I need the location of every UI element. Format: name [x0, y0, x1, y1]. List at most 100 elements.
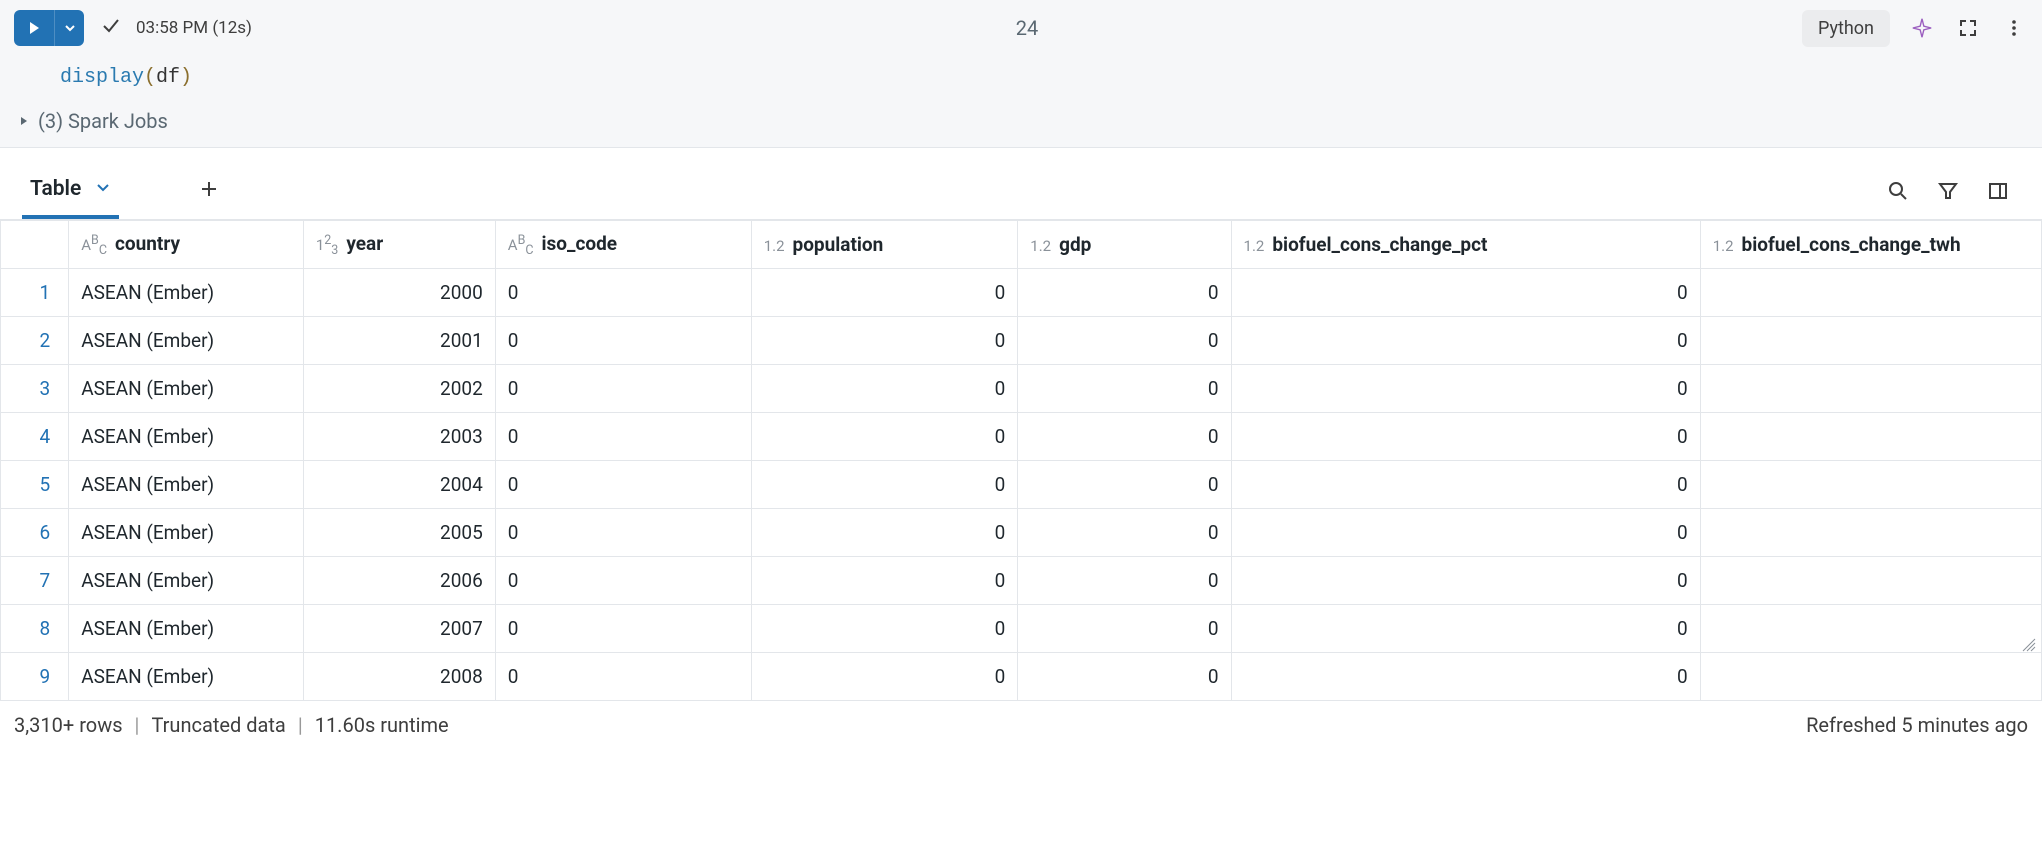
table-row[interactable]: 1ASEAN (Ember)20000000 — [1, 269, 2042, 317]
code-variable: df — [156, 66, 180, 89]
type-float-icon: 1.2 — [1713, 237, 1734, 255]
cell-biofuel-pct: 0 — [1231, 461, 1700, 509]
filter-icon — [1937, 180, 1959, 202]
kebab-icon — [2004, 18, 2024, 38]
type-integer-icon: 123 — [316, 236, 339, 254]
resize-handle[interactable] — [2022, 638, 2036, 656]
data-table: ABCcountry 123year ABCiso_code 1.2popula… — [0, 220, 2042, 701]
cell-population: 0 — [751, 365, 1018, 413]
run-button[interactable] — [14, 10, 54, 46]
cell-iso-code: 0 — [495, 605, 751, 653]
cell-iso-code: 0 — [495, 317, 751, 365]
cell-country: ASEAN (Ember) — [69, 269, 304, 317]
cell-year: 2002 — [303, 365, 495, 413]
cell-biofuel-twh — [1700, 317, 2041, 365]
cell-population: 0 — [751, 413, 1018, 461]
cell-country: ASEAN (Ember) — [69, 413, 304, 461]
cell-iso-code: 0 — [495, 269, 751, 317]
table-row[interactable]: 2ASEAN (Ember)20010000 — [1, 317, 2042, 365]
cell-year: 2000 — [303, 269, 495, 317]
cell-biofuel-pct: 0 — [1231, 365, 1700, 413]
cell-iso-code: 0 — [495, 557, 751, 605]
cell-country: ASEAN (Ember) — [69, 653, 304, 701]
code-function: display — [60, 66, 144, 89]
search-button[interactable] — [1884, 177, 1912, 205]
more-options-button[interactable] — [2000, 14, 2028, 42]
type-float-icon: 1.2 — [1244, 237, 1265, 255]
output-tabs-bar: Table — [0, 148, 2042, 220]
cell-biofuel-twh — [1700, 509, 2041, 557]
status-runtime: 11.60s runtime — [315, 713, 449, 737]
table-row[interactable]: 3ASEAN (Ember)20020000 — [1, 365, 2042, 413]
type-string-icon: ABC — [508, 236, 534, 254]
type-float-icon: 1.2 — [764, 237, 785, 255]
code-editor[interactable]: display(df) — [0, 56, 2042, 99]
code-paren-open: ( — [144, 66, 156, 89]
cell-gdp: 0 — [1018, 605, 1231, 653]
cell-gdp: 0 — [1018, 317, 1231, 365]
cell-gdp: 0 — [1018, 413, 1231, 461]
table-row[interactable]: 4ASEAN (Ember)20030000 — [1, 413, 2042, 461]
panel-toggle-button[interactable] — [1984, 177, 2012, 205]
run-button-group — [14, 10, 84, 46]
cell-country: ASEAN (Ember) — [69, 605, 304, 653]
table-row[interactable]: 6ASEAN (Ember)20050000 — [1, 509, 2042, 557]
cell-gdp: 0 — [1018, 269, 1231, 317]
cell-year: 2004 — [303, 461, 495, 509]
language-badge[interactable]: Python — [1802, 10, 1890, 47]
status-truncated: Truncated data — [151, 713, 285, 737]
execution-timestamp: 03:58 PM (12s) — [136, 18, 252, 38]
type-float-icon: 1.2 — [1030, 237, 1051, 255]
col-header-biofuel-pct[interactable]: 1.2biofuel_cons_change_pct — [1231, 221, 1700, 269]
cell-line-number: 24 — [1016, 16, 1038, 40]
expand-icon — [1958, 18, 1978, 38]
cell-gdp: 0 — [1018, 557, 1231, 605]
ai-assist-button[interactable] — [1908, 14, 1936, 42]
table-row[interactable]: 8ASEAN (Ember)20070000 — [1, 605, 2042, 653]
cell-population: 0 — [751, 605, 1018, 653]
tab-table[interactable]: Table — [22, 163, 119, 219]
cell-gdp: 0 — [1018, 653, 1231, 701]
row-number-cell: 1 — [1, 269, 69, 317]
cell-iso-code: 0 — [495, 461, 751, 509]
tab-dropdown[interactable] — [95, 177, 111, 201]
sparkle-icon — [1911, 17, 1933, 39]
spark-jobs-label: (3) Spark Jobs — [38, 109, 168, 133]
col-header-biofuel-twh[interactable]: 1.2biofuel_cons_change_twh — [1700, 221, 2041, 269]
cell-iso-code: 0 — [495, 413, 751, 461]
table-row[interactable]: 5ASEAN (Ember)20040000 — [1, 461, 2042, 509]
row-number-cell: 4 — [1, 413, 69, 461]
cell-biofuel-twh — [1700, 365, 2041, 413]
cell-gdp: 0 — [1018, 365, 1231, 413]
filter-button[interactable] — [1934, 177, 1962, 205]
chevron-down-icon — [95, 179, 111, 195]
col-header-country[interactable]: ABCcountry — [69, 221, 304, 269]
chevron-down-icon — [64, 22, 76, 34]
status-refreshed: Refreshed 5 minutes ago — [1806, 713, 2028, 737]
col-header-year[interactable]: 123year — [303, 221, 495, 269]
table-row[interactable]: 7ASEAN (Ember)20060000 — [1, 557, 2042, 605]
resize-icon — [2022, 638, 2036, 652]
cell-biofuel-twh — [1700, 413, 2041, 461]
col-header-population[interactable]: 1.2population — [751, 221, 1018, 269]
cell-biofuel-pct: 0 — [1231, 605, 1700, 653]
code-paren-close: ) — [180, 66, 192, 89]
row-number-cell: 7 — [1, 557, 69, 605]
run-dropdown-button[interactable] — [54, 10, 84, 46]
col-header-iso-code[interactable]: ABCiso_code — [495, 221, 751, 269]
cell-country: ASEAN (Ember) — [69, 557, 304, 605]
col-header-gdp[interactable]: 1.2gdp — [1018, 221, 1231, 269]
cell-year: 2001 — [303, 317, 495, 365]
table-row[interactable]: 9ASEAN (Ember)20080000 — [1, 653, 2042, 701]
cell-gdp: 0 — [1018, 509, 1231, 557]
spark-jobs-toggle[interactable]: (3) Spark Jobs — [0, 99, 2042, 148]
caret-right-icon — [18, 115, 30, 127]
cell-country: ASEAN (Ember) — [69, 509, 304, 557]
cell-biofuel-pct: 0 — [1231, 269, 1700, 317]
row-number-cell: 3 — [1, 365, 69, 413]
add-tab-button[interactable] — [199, 176, 219, 206]
cell-biofuel-twh — [1700, 461, 2041, 509]
expand-button[interactable] — [1954, 14, 1982, 42]
success-check-icon — [100, 15, 122, 41]
play-icon — [27, 21, 41, 35]
